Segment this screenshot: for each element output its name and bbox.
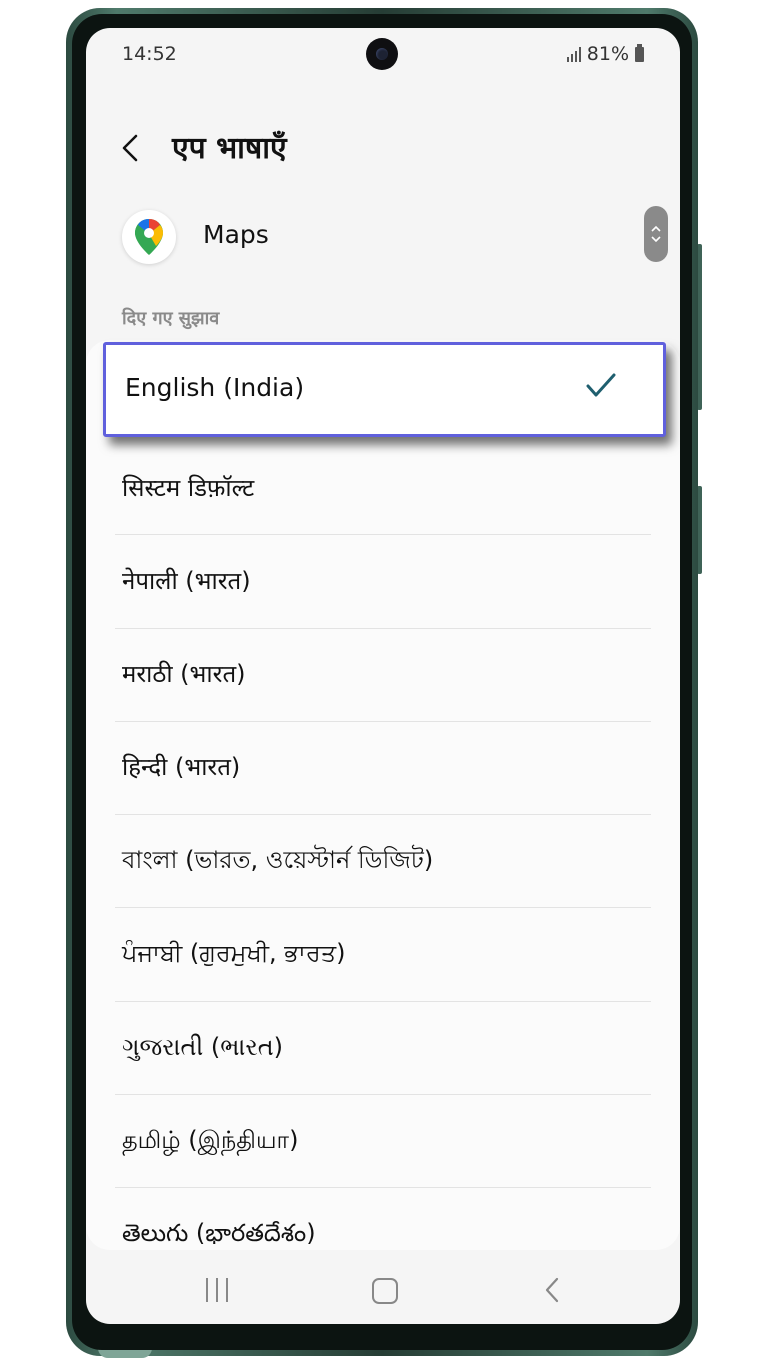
language-item[interactable]: सिस्टम डिफ़ॉल्ट bbox=[86, 442, 680, 535]
language-label: मराठी (भारत) bbox=[122, 660, 246, 688]
battery-percent: 81% bbox=[586, 43, 629, 65]
language-label: हिन्दी (भारत) bbox=[122, 753, 241, 781]
app-name: Maps bbox=[203, 220, 269, 249]
language-item[interactable]: తెలుగు (భారతదేశం) bbox=[86, 1187, 680, 1250]
selected-language-label: English (India) bbox=[125, 373, 305, 402]
front-camera bbox=[366, 38, 398, 70]
recents-icon[interactable] bbox=[206, 1278, 228, 1302]
back-button[interactable] bbox=[110, 126, 154, 170]
back-icon[interactable] bbox=[541, 1275, 563, 1305]
checkmark-icon bbox=[586, 373, 616, 397]
language-item[interactable]: हिन्दी (भारत) bbox=[86, 721, 680, 814]
chevron-up-icon bbox=[651, 225, 661, 232]
language-item[interactable]: বাংলা (ভারত, ওয়েস্টার্ন ডিজিট) bbox=[86, 814, 680, 907]
screen: 14:52 81% एप भाषाएँ Maps दिए गए सुझाव सि… bbox=[86, 28, 680, 1324]
language-item[interactable]: தமிழ் (இந்தியா) bbox=[86, 1094, 680, 1187]
status-time: 14:52 bbox=[122, 43, 177, 65]
language-label: नेपाली (भारत) bbox=[122, 567, 251, 595]
language-label: বাংলা (ভারত, ওয়েস্টার্ন ডিজিট) bbox=[122, 846, 434, 874]
signal-icon bbox=[566, 46, 581, 62]
page-title: एप भाषाएँ bbox=[172, 131, 287, 166]
language-label: తెలుగు (భారతదేశం) bbox=[122, 1219, 316, 1247]
home-icon[interactable] bbox=[372, 1278, 398, 1304]
language-label: ગુજરાતી (ભારત) bbox=[122, 1033, 284, 1061]
language-item[interactable]: नेपाली (भारत) bbox=[86, 535, 680, 628]
section-label: दिए गए सुझाव bbox=[122, 308, 220, 329]
navigation-bar bbox=[86, 1258, 680, 1324]
language-item[interactable]: मराठी (भारत) bbox=[86, 628, 680, 721]
language-label: ਪੰਜਾਬੀ (ਗੁਰਮੁਖੀ, ਭਾਰਤ) bbox=[122, 939, 346, 967]
language-item[interactable]: ગુજરાતી (ભારત) bbox=[86, 1001, 680, 1094]
status-indicators: 81% bbox=[566, 43, 644, 65]
selected-language-item[interactable]: English (India) bbox=[103, 342, 666, 437]
chevron-left-icon bbox=[122, 134, 138, 162]
fast-scroll-handle[interactable] bbox=[644, 206, 668, 262]
language-list: सिस्टम डिफ़ॉल्ट नेपाली (भारत) मराठी (भार… bbox=[86, 340, 680, 1250]
battery-icon bbox=[635, 43, 644, 62]
language-label: தமிழ் (இந்தியா) bbox=[122, 1126, 299, 1154]
language-item[interactable]: ਪੰਜਾਬੀ (ਗੁਰਮੁਖੀ, ਭਾਰਤ) bbox=[86, 907, 680, 1000]
google-maps-icon bbox=[122, 210, 176, 264]
chevron-down-icon bbox=[651, 236, 661, 243]
language-label: सिस्टम डिफ़ॉल्ट bbox=[122, 474, 255, 502]
